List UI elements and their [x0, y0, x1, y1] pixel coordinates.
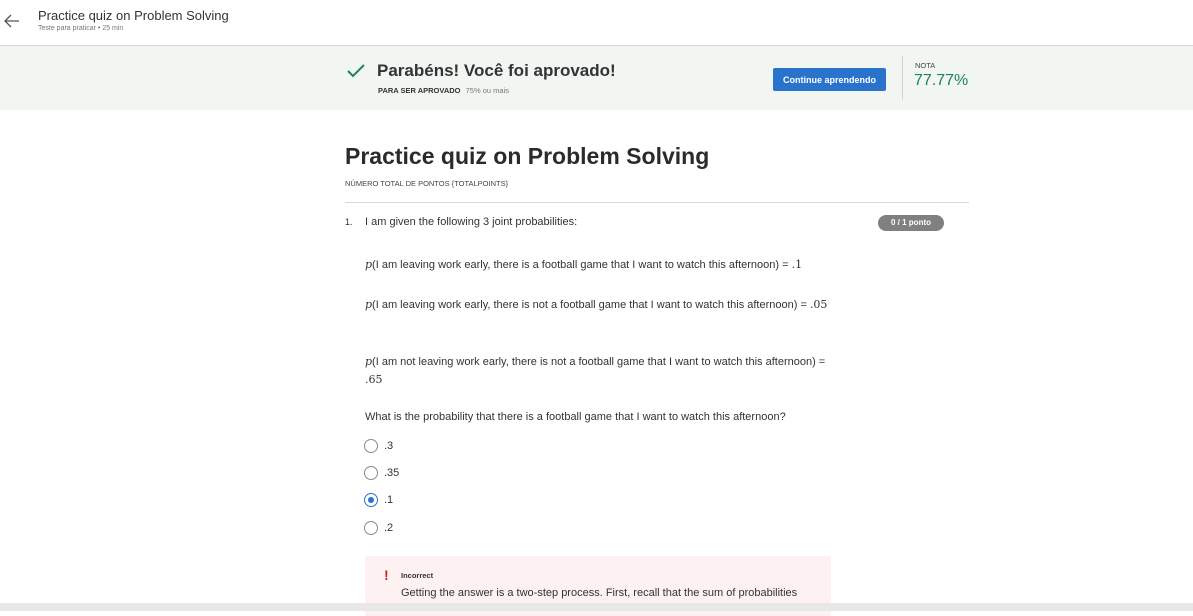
exclamation-icon: !	[384, 567, 389, 583]
option-label: .2	[384, 522, 394, 534]
continue-learning-button[interactable]: Continue aprendendo	[773, 68, 886, 91]
arrow-left-icon[interactable]	[3, 12, 21, 30]
option-label: .3	[384, 440, 394, 452]
probability-text: (I am leaving work early, there is not a…	[372, 299, 810, 311]
question-text: I am given the following 3 joint probabi…	[365, 216, 578, 228]
question-number: 1.	[345, 217, 353, 227]
points-badge: 0 / 1 ponto	[878, 215, 944, 231]
grade-label: NOTA	[915, 61, 936, 70]
check-icon	[346, 63, 366, 79]
pass-message: Parabéns! Você foi aprovado!	[377, 61, 616, 80]
feedback-title: Incorrect	[401, 571, 434, 580]
result-banner: Parabéns! Você foi aprovado! PARA SER AP…	[0, 46, 1193, 110]
radio-button[interactable]	[364, 466, 378, 480]
option-label: .1	[384, 494, 394, 506]
pass-value: 75% ou mais	[465, 86, 509, 95]
grade-value: 77.77%	[914, 72, 969, 89]
radio-button[interactable]	[364, 521, 378, 535]
probability-symbol: p	[365, 355, 373, 368]
probability-statement: p(I am leaving work early, there is not …	[365, 296, 835, 314]
quiz-title: Practice quiz on Problem Solving	[345, 143, 710, 169]
header-subtitle: Teste para praticar • 25 min	[38, 25, 124, 32]
probability-symbol: p	[365, 298, 373, 311]
probability-statement: p(I am leaving work early, there is a fo…	[365, 256, 835, 274]
probability-value: .05	[809, 298, 828, 311]
feedback-text: Getting the answer is a two-step process…	[401, 587, 798, 599]
divider	[345, 202, 969, 203]
probability-text: (I am leaving work early, there is a foo…	[372, 259, 792, 271]
probability-value: .1	[791, 258, 803, 271]
bottom-bar	[0, 603, 1193, 611]
probability-text: (I am not leaving work early, there is n…	[372, 356, 826, 368]
total-points: NÚMERO TOTAL DE PONTOS {TOTALPOINTS}	[345, 179, 509, 188]
radio-button-selected[interactable]	[364, 493, 378, 507]
pass-requirement: PARA SER APROVADO 75% ou mais	[378, 86, 509, 95]
radio-button[interactable]	[364, 439, 378, 453]
option-label: .35	[384, 467, 400, 479]
question-prompt: What is the probability that there is a …	[365, 411, 786, 423]
probability-symbol: p	[365, 258, 373, 271]
header-title: Practice quiz on Problem Solving	[38, 8, 229, 23]
probability-value: .65	[365, 373, 383, 386]
probability-statement: p(I am not leaving work early, there is …	[365, 353, 835, 389]
divider	[902, 56, 903, 100]
top-bar: Practice quiz on Problem Solving Teste p…	[0, 0, 1193, 46]
pass-label: PARA SER APROVADO	[378, 86, 461, 95]
